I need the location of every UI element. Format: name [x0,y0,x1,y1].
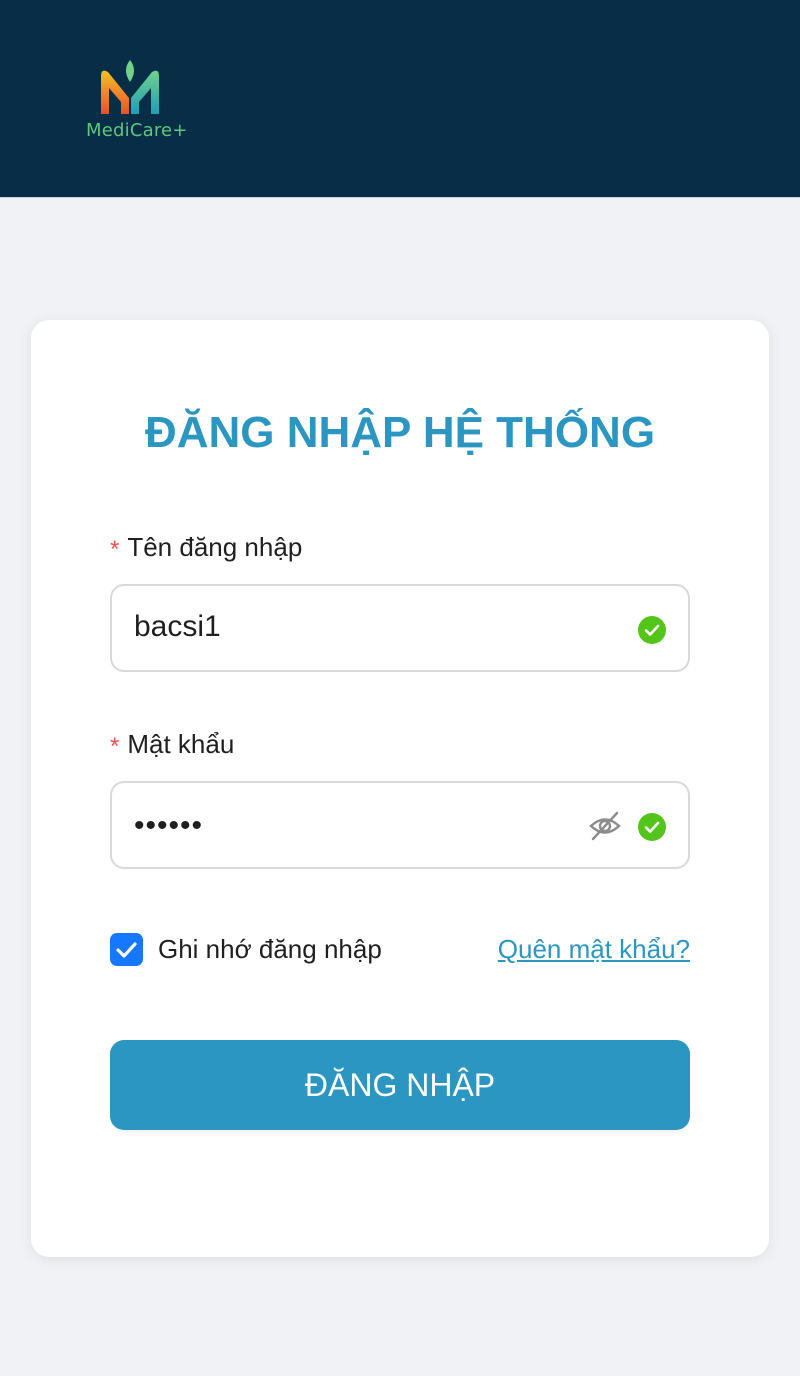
username-value[interactable]: bacsi1 [134,610,221,644]
check-circle-icon [638,813,666,841]
app-header: MediCare+ [0,0,800,198]
eye-off-icon[interactable] [588,809,622,843]
login-button[interactable]: ĐĂNG NHẬP [110,1040,690,1130]
checkmark-icon [116,942,137,958]
leaf-m-logo-icon [101,60,159,114]
remember-label[interactable]: Ghi nhớ đăng nhập [158,934,382,965]
password-field[interactable]: •••••• [110,781,690,869]
required-mark: * [110,536,120,563]
password-label: * Mật khẩu [110,729,234,760]
password-label-text: Mật khẩu [127,729,235,759]
password-value[interactable]: •••••• [134,809,203,843]
check-circle-icon [638,616,666,644]
medicare-logo[interactable]: MediCare+ [84,58,187,148]
forgot-password-link[interactable]: Quên mật khẩu? [498,934,690,965]
username-label: * Tên đăng nhập [110,532,302,563]
username-field[interactable]: bacsi1 [110,584,690,672]
username-label-text: Tên đăng nhập [127,532,303,562]
remember-checkbox[interactable] [110,933,143,966]
page-title: ĐĂNG NHẬP HỆ THỐNG [144,408,656,457]
required-mark: * [110,733,120,760]
brand-name: MediCare+ [86,120,188,141]
